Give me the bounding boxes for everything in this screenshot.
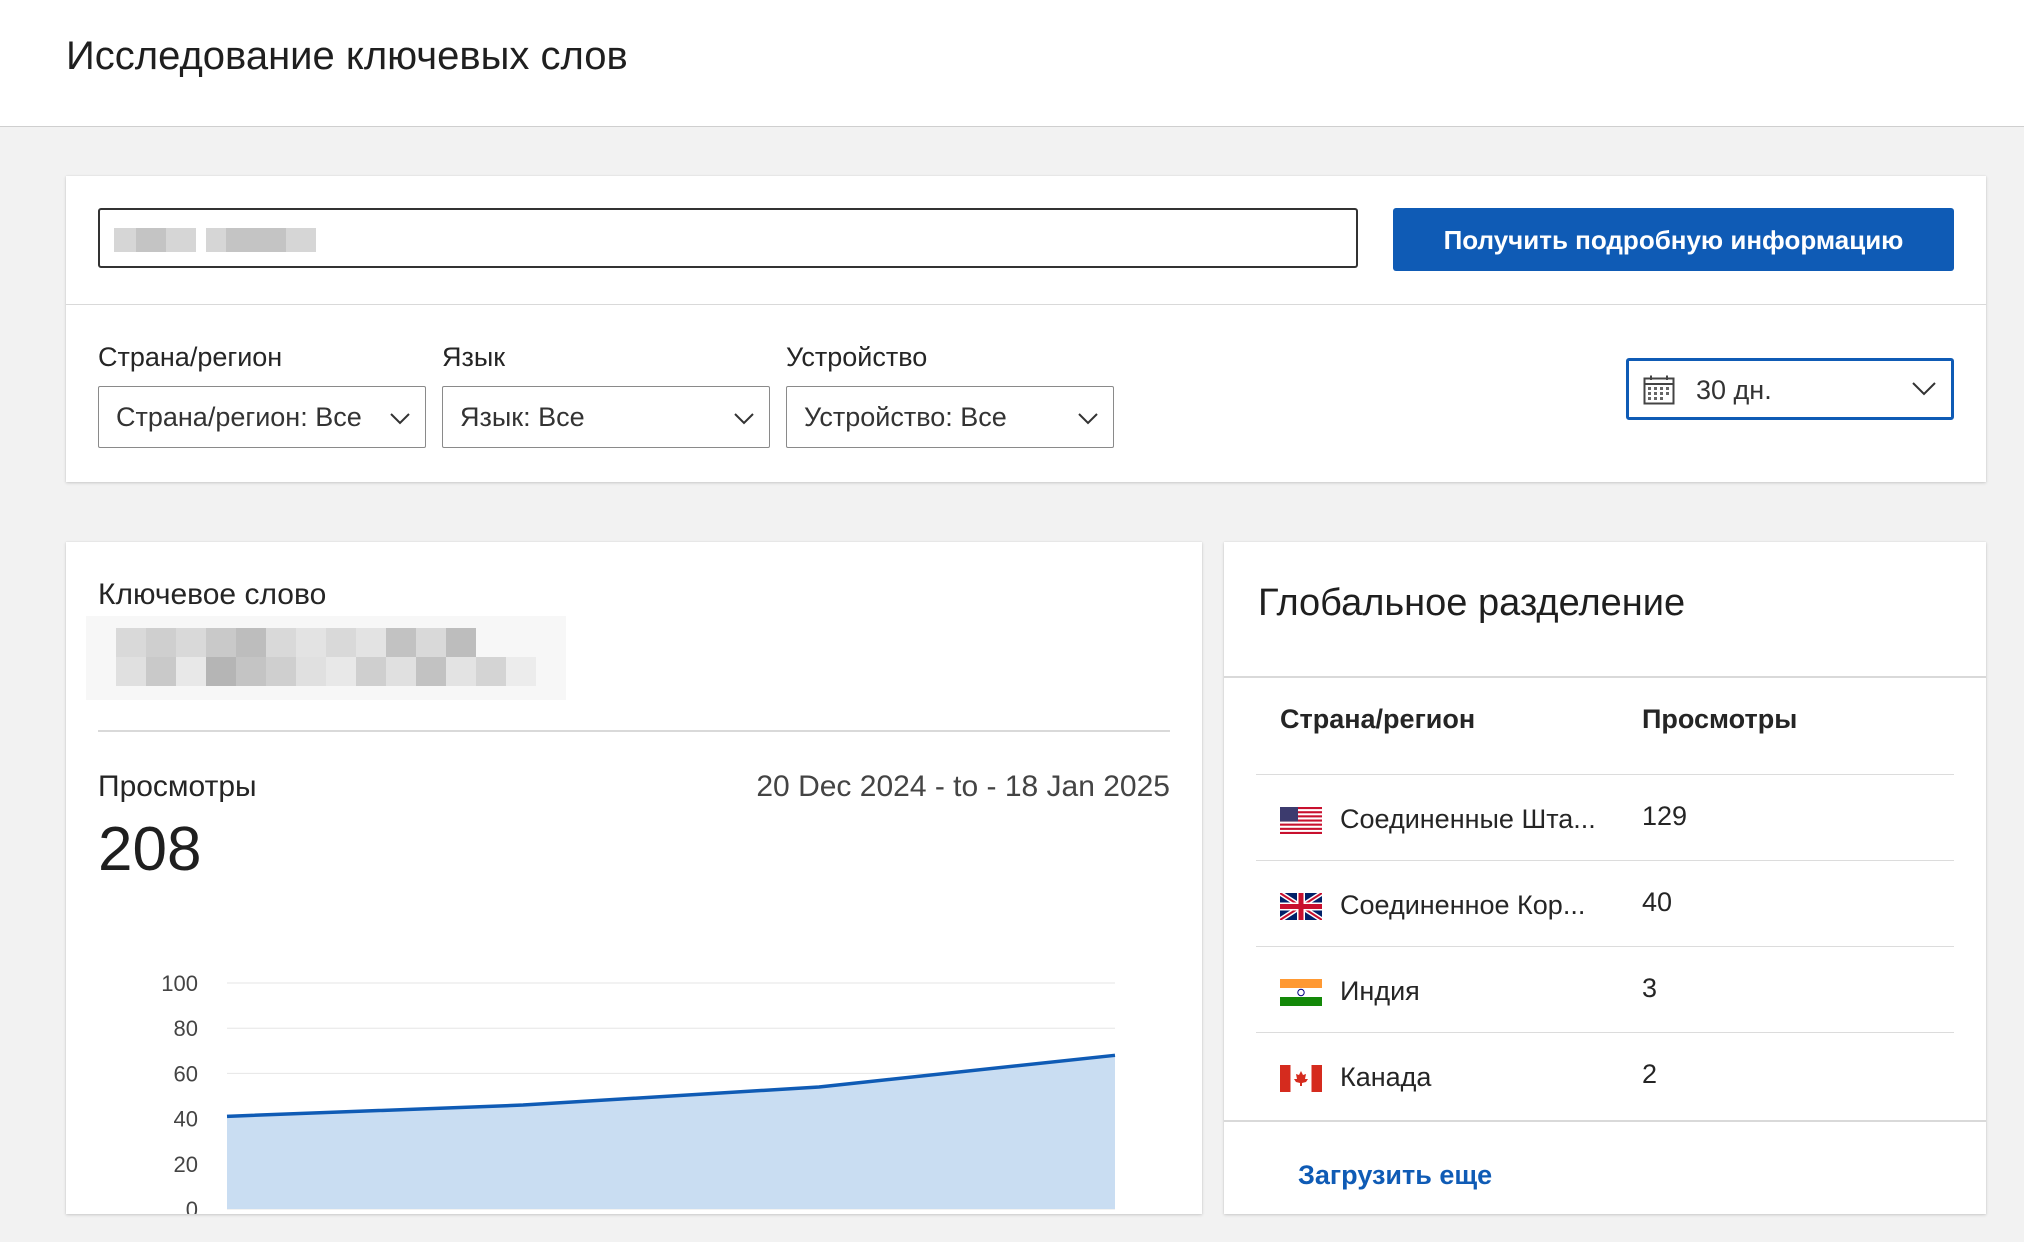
device-filter-label: Устройство xyxy=(786,342,928,372)
global-split-title: Глобальное разделение xyxy=(1258,582,1686,624)
area-fill xyxy=(227,1055,1115,1209)
y-tick-label: 80 xyxy=(174,1016,198,1041)
chevron-down-icon xyxy=(1912,382,1936,396)
device-select-value: Устройство: Все xyxy=(804,402,1007,432)
views-count: 3 xyxy=(1642,973,1658,1003)
country-select-value: Страна/регион: Все xyxy=(116,402,362,432)
table-row: Соединенное Кор... 40 xyxy=(1256,860,1954,947)
table-row: Индия 3 xyxy=(1256,946,1954,1033)
country-name: Канада xyxy=(1340,1062,1432,1092)
language-filter-label: Язык xyxy=(442,342,506,372)
global-footer-divider xyxy=(1224,1120,1986,1122)
views-area-chart: 02040608010022 Dec 29 Dec 05 Jan xyxy=(161,971,1116,1214)
keyword-search-input[interactable] xyxy=(98,208,1358,268)
language-select[interactable]: Язык: Все xyxy=(442,386,770,448)
chevron-down-icon xyxy=(390,413,410,425)
search-card: Получить подробную информацию Страна/рег… xyxy=(66,176,1986,482)
redacted-text xyxy=(206,228,226,252)
chevron-down-icon xyxy=(734,413,754,425)
load-more-link[interactable]: Загрузить еще xyxy=(1298,1160,1492,1191)
redacted-text xyxy=(226,228,286,252)
y-tick-label: 100 xyxy=(161,971,198,996)
country-select[interactable]: Страна/регион: Все xyxy=(98,386,426,448)
y-tick-label: 0 xyxy=(186,1197,198,1214)
redacted-text xyxy=(166,228,196,252)
y-tick-label: 20 xyxy=(174,1152,198,1177)
y-tick-label: 60 xyxy=(174,1061,198,1086)
column-header-views: Просмотры xyxy=(1642,704,1798,734)
keyword-card: Ключевое слово Просмотры 20 Dec 2024 - t… xyxy=(66,542,1202,1214)
country-name: Индия xyxy=(1340,976,1420,1006)
table-row: Канада 2 xyxy=(1256,1032,1954,1119)
india-flag-icon xyxy=(1280,979,1322,1006)
calendar-icon xyxy=(1643,375,1675,405)
page-header: Исследование ключевых слов xyxy=(0,0,2024,127)
views-count: 129 xyxy=(1642,801,1688,831)
global-split-card: Глобальное разделение Страна/регион Прос… xyxy=(1224,542,1986,1214)
us-flag-icon xyxy=(1280,807,1322,834)
views-count: 2 xyxy=(1642,1059,1658,1089)
date-range-select[interactable]: 30 дн. xyxy=(1626,358,1954,420)
country-name: Соединенные Шта... xyxy=(1340,804,1596,834)
chevron-down-icon xyxy=(1078,413,1098,425)
redacted-text xyxy=(286,228,316,252)
uk-flag-icon xyxy=(1280,893,1322,920)
keyword-research-app: Исследование ключевых слов Получить подр… xyxy=(0,0,2024,1242)
date-range-value: 30 дн. xyxy=(1696,375,1772,405)
page-title: Исследование ключевых слов xyxy=(66,34,628,78)
country-name: Соединенное Кор... xyxy=(1340,890,1586,920)
get-details-button[interactable]: Получить подробную информацию xyxy=(1393,208,1954,271)
table-row: Соединенные Шта... 129 xyxy=(1256,774,1954,861)
language-select-value: Язык: Все xyxy=(460,402,585,432)
column-header-country: Страна/регион xyxy=(1280,704,1476,734)
global-divider xyxy=(1224,676,1986,678)
device-select[interactable]: Устройство: Все xyxy=(786,386,1114,448)
redacted-text xyxy=(136,228,166,252)
views-count: 40 xyxy=(1642,887,1673,917)
redacted-text xyxy=(114,228,136,252)
card-divider xyxy=(66,304,1986,305)
canada-flag-icon xyxy=(1280,1065,1322,1092)
y-tick-label: 40 xyxy=(174,1107,198,1132)
country-filter-label: Страна/регион xyxy=(98,342,283,372)
